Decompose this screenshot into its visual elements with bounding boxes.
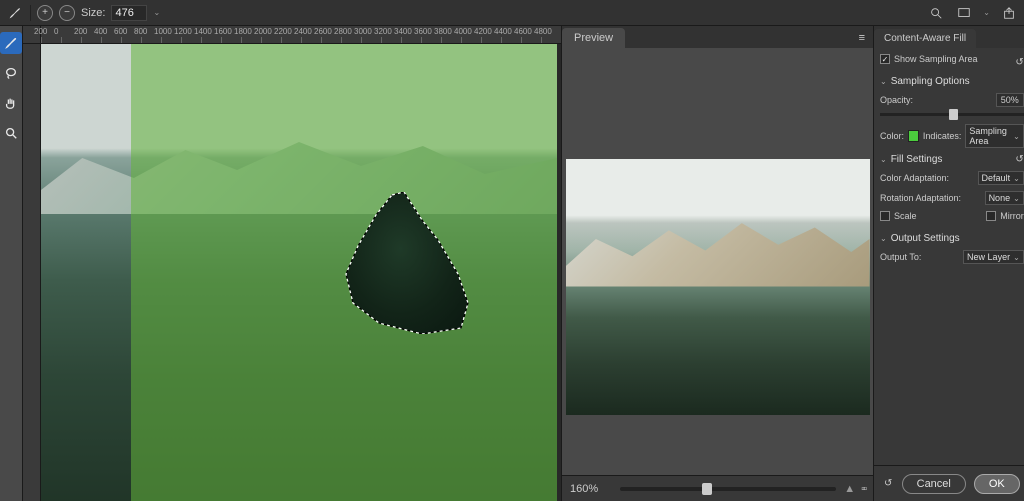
opacity-label: Opacity: [880,95,913,105]
preview-image[interactable] [566,159,870,415]
indicates-label: Indicates: [923,131,962,141]
reset-sampling-icon[interactable]: ↺ [1015,57,1023,68]
sampling-brush-tool[interactable] [0,32,22,54]
preview-zoom-value[interactable]: 160% [570,483,612,495]
preview-menu-icon[interactable]: ≡ [851,28,873,48]
output-settings-label: Output Settings [891,233,960,244]
decrease-size-button[interactable]: − [59,5,75,21]
fill-settings-section-header[interactable]: ⌄ Fill Settings ↺ [880,154,1024,165]
size-dropdown-caret[interactable]: ⌄ [153,8,160,17]
warning-icon: ▲ [844,483,855,495]
document-image [41,44,557,501]
hand-tool[interactable] [0,92,22,114]
selection-marquee [343,192,471,334]
tool-rail [0,26,23,501]
sampling-options-section-header[interactable]: ⌄ Sampling Options [880,76,1024,87]
scale-checkbox[interactable] [880,211,890,221]
preview-zoom-slider[interactable] [620,487,836,491]
output-to-label: Output To: [880,252,921,262]
screen-mode-icon[interactable] [955,4,973,22]
main-area: 2000200400600800100012001400160018002000… [0,26,1024,501]
rotation-adaptation-label: Rotation Adaptation: [880,193,961,203]
zoom-tool[interactable] [0,122,22,144]
preview-tab[interactable]: Preview [562,28,625,48]
content-aware-fill-panel: Content-Aware Fill ✓ Show Sampling Area … [873,26,1024,501]
screen-mode-caret[interactable]: ⌄ [983,8,990,17]
share-icon[interactable] [1000,4,1018,22]
ruler-vertical [23,44,41,501]
reset-fill-icon[interactable]: ↺ [1015,154,1023,165]
canvas-column: 2000200400600800100012001400160018002000… [23,26,561,501]
opacity-value[interactable]: 50% [996,93,1024,107]
chevron-down-icon: ⌄ [880,234,887,243]
panel-title-tab[interactable]: Content-Aware Fill [874,29,976,48]
color-label: Color: [880,131,904,141]
scale-label: Scale [894,211,917,221]
show-sampling-area-checkbox[interactable]: ✓ [880,54,890,64]
fit-view-icon[interactable]: ▫▫ [861,483,865,495]
sampling-options-label: Sampling Options [891,76,970,87]
ok-button[interactable]: OK [974,474,1020,494]
brush-size-input[interactable] [111,5,147,21]
panel-footer: ↺ Cancel OK [874,465,1024,501]
chevron-down-icon: ⌄ [880,155,887,164]
fill-settings-label: Fill Settings [891,154,943,165]
increase-size-button[interactable]: + [37,5,53,21]
output-to-select[interactable]: New Layer⌄ [963,250,1024,264]
opacity-slider[interactable] [880,113,1024,116]
ruler-horizontal: 2000200400600800100012001400160018002000… [23,26,561,44]
color-adaptation-select[interactable]: Default⌄ [978,171,1024,185]
show-sampling-area-label: Show Sampling Area [894,54,978,64]
sampling-color-swatch[interactable] [908,130,919,142]
search-icon[interactable] [927,4,945,22]
chevron-down-icon: ⌄ [880,77,887,86]
preview-panel: Preview ≡ 160% ▲ ▫▫ [561,26,873,501]
lasso-tool[interactable] [0,62,22,84]
color-adaptation-label: Color Adaptation: [880,173,949,183]
mirror-checkbox[interactable] [986,211,996,221]
cancel-button[interactable]: Cancel [902,474,966,494]
options-bar: + − Size: ⌄ ⌄ [0,0,1024,26]
preview-footer: 160% ▲ ▫▫ [562,475,873,501]
indicates-select[interactable]: Sampling Area⌄ [965,124,1023,148]
reset-all-icon[interactable]: ↺ [884,478,892,489]
mirror-label: Mirror [1000,211,1024,221]
size-label: Size: [81,7,105,19]
document-canvas[interactable] [41,44,561,501]
rotation-adaptation-select[interactable]: None⌄ [985,191,1024,205]
output-settings-section-header[interactable]: ⌄ Output Settings [880,233,1024,244]
brush-preset-icon[interactable] [6,4,24,22]
